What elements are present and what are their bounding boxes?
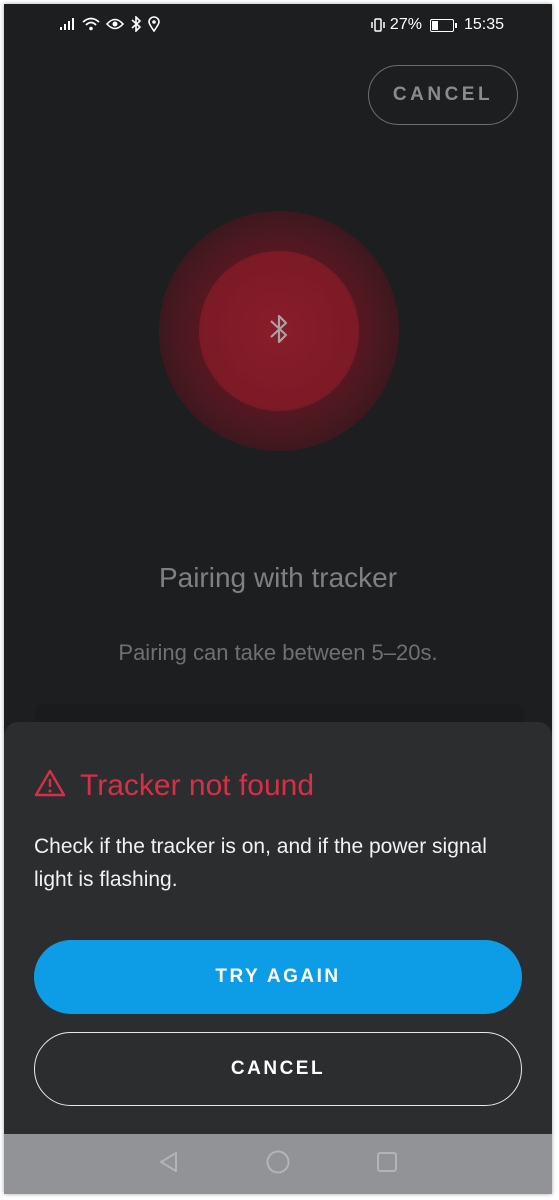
error-title: Tracker not found <box>80 768 315 802</box>
eye-icon <box>106 18 124 30</box>
system-nav-bar <box>4 1134 552 1194</box>
warning-icon <box>34 768 66 803</box>
wifi-icon <box>82 17 100 31</box>
phone-screen: 27% 15:35 CANCEL Pairing with tracker Pa… <box>4 4 552 1194</box>
status-bar: 27% 15:35 <box>4 4 552 48</box>
background-panel-edge <box>34 704 524 724</box>
recents-icon[interactable] <box>375 1150 399 1179</box>
vibrate-icon <box>370 17 386 33</box>
clock: 15:35 <box>463 16 504 33</box>
location-icon <box>148 16 160 32</box>
error-bottom-sheet: Tracker not found Check if the tracker i… <box>4 722 552 1134</box>
cancel-button[interactable]: CANCEL <box>34 1032 522 1106</box>
header-cancel-button[interactable]: CANCEL <box>368 65 518 125</box>
try-again-button[interactable]: TRY AGAIN <box>34 940 522 1014</box>
battery-percent: 27% <box>389 16 422 33</box>
error-heading: Tracker not found <box>34 768 314 803</box>
pairing-subtitle: Pairing can take between 5–20s. <box>118 640 438 665</box>
pairing-pulse-core <box>199 251 359 411</box>
back-icon[interactable] <box>157 1150 181 1179</box>
status-left-icons <box>60 16 160 32</box>
bluetooth-icon <box>130 16 142 32</box>
home-icon[interactable] <box>265 1149 291 1180</box>
battery-icon <box>429 18 457 32</box>
signal-icon <box>60 18 76 30</box>
error-message: Check if the tracker is on, and if the p… <box>34 835 487 891</box>
bluetooth-icon <box>267 312 291 351</box>
status-right: 27% 15:35 <box>370 16 504 34</box>
pairing-title: Pairing with tracker <box>158 562 398 593</box>
